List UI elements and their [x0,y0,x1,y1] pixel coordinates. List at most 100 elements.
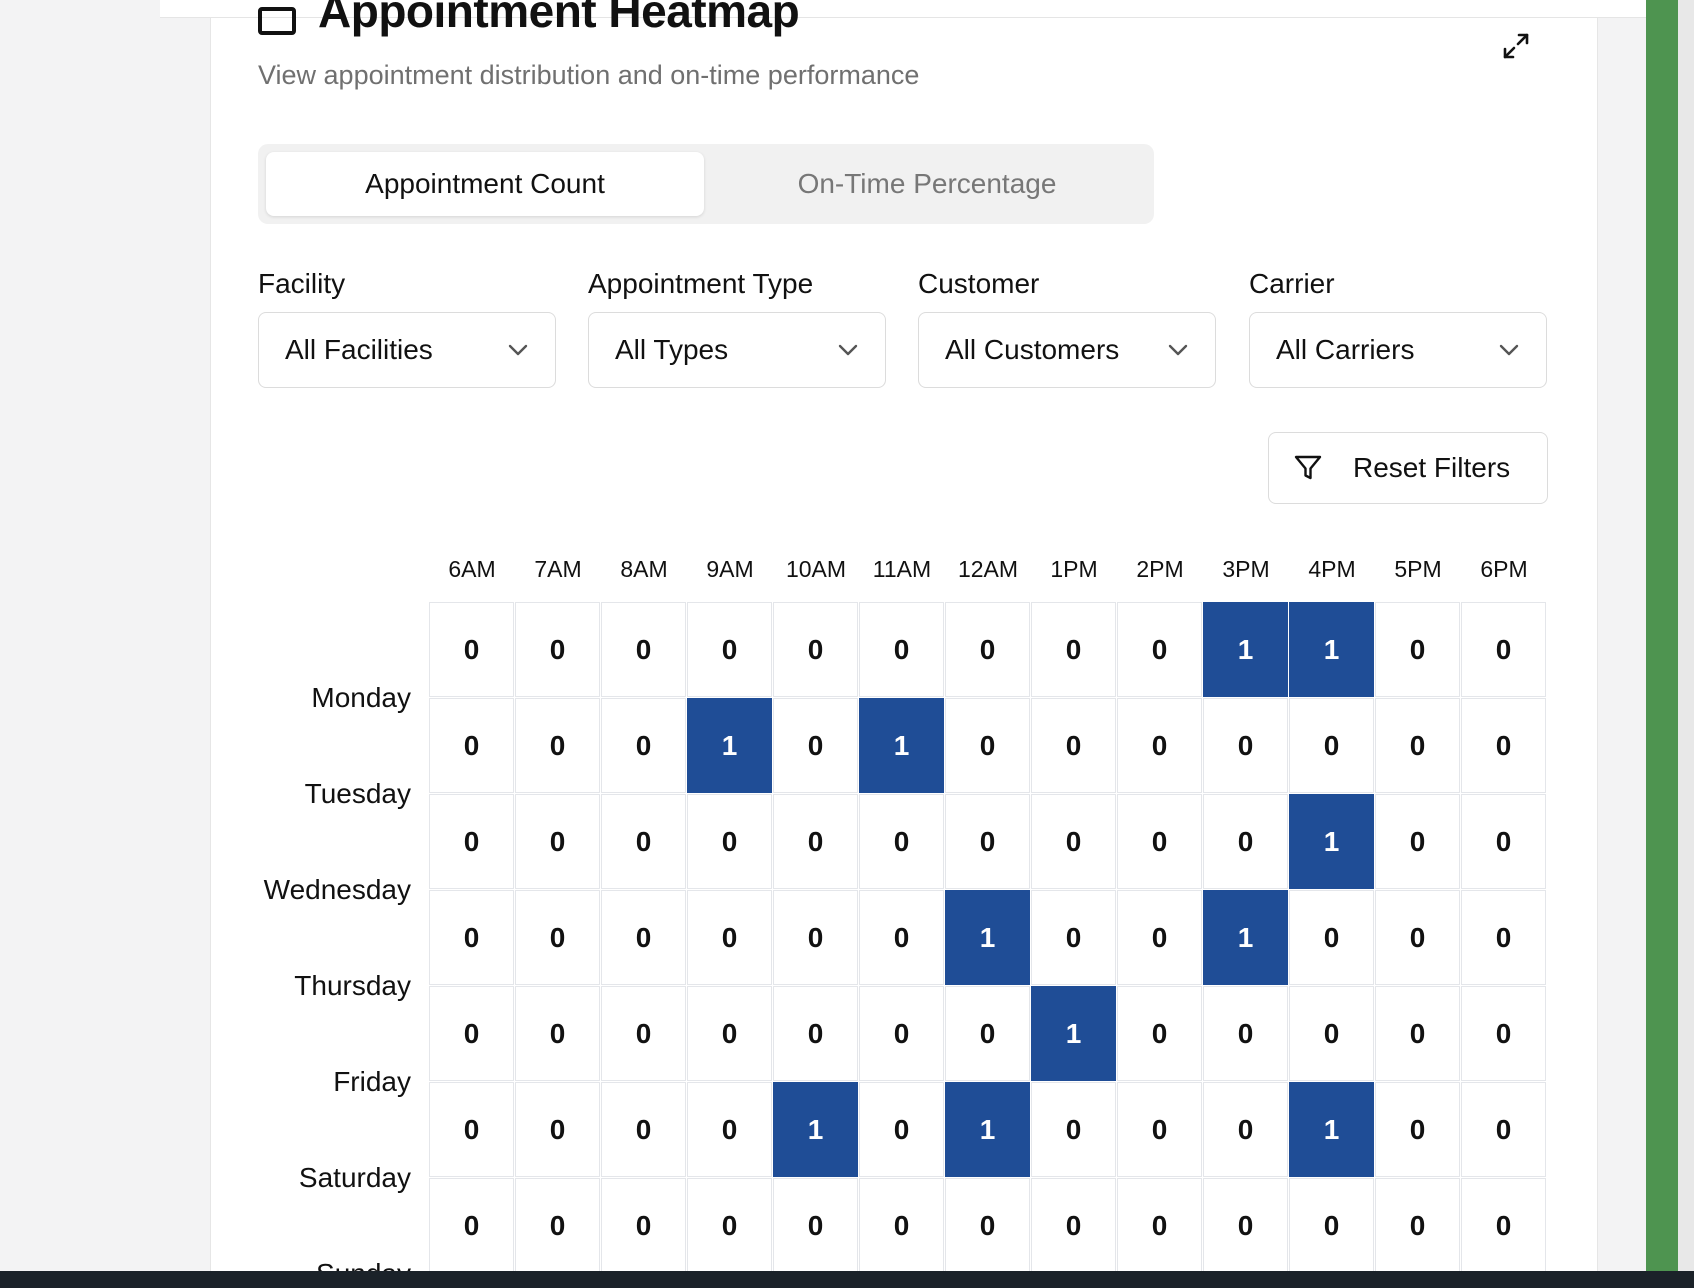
heatmap-cell[interactable]: 0 [601,1178,686,1271]
row-label-sunday: Sunday [240,1258,411,1271]
heatmap-cell[interactable]: 0 [1117,1178,1202,1271]
heatmap-cell[interactable]: 0 [945,602,1030,697]
heatmap-cell[interactable]: 0 [1375,986,1460,1081]
heatmap-cell[interactable]: 0 [1203,698,1288,793]
heatmap-cell[interactable]: 0 [429,698,514,793]
heatmap-cell[interactable]: 0 [1461,1178,1546,1271]
heatmap-cell[interactable]: 1 [687,698,772,793]
heatmap-cell[interactable]: 0 [1031,698,1116,793]
heatmap-cell[interactable]: 0 [429,890,514,985]
heatmap-cell[interactable]: 0 [1117,890,1202,985]
heatmap-cell[interactable]: 0 [773,1178,858,1271]
heatmap-cell[interactable]: 0 [1117,698,1202,793]
heatmap-cell[interactable]: 0 [1031,602,1116,697]
heatmap-cell[interactable]: 0 [1375,1082,1460,1177]
column-header-4pm: 4PM [1308,556,1356,582]
heatmap-cell[interactable]: 0 [1031,1178,1116,1271]
heatmap-cell[interactable]: 0 [515,986,600,1081]
heatmap-cell[interactable]: 0 [429,1082,514,1177]
heatmap-cell[interactable]: 0 [687,1082,772,1177]
heatmap-cell[interactable]: 0 [1375,794,1460,889]
column-header-2pm: 2PM [1136,556,1184,582]
heatmap-cell[interactable]: 0 [859,602,944,697]
heatmap-cell[interactable]: 0 [515,1082,600,1177]
heatmap-cell[interactable]: 0 [859,1082,944,1177]
heatmap-cell[interactable]: 0 [1117,986,1202,1081]
heatmap-cell[interactable]: 0 [515,602,600,697]
heatmap-cell[interactable]: 0 [601,890,686,985]
heatmap-cell[interactable]: 0 [945,986,1030,1081]
heatmap-cell[interactable]: 1 [1203,602,1288,697]
heatmap-cell[interactable]: 0 [601,602,686,697]
heatmap-cell[interactable]: 0 [1031,1082,1116,1177]
row-label-saturday: Saturday [298,1162,411,1193]
heatmap-cell[interactable]: 0 [859,890,944,985]
heatmap-cell[interactable]: 0 [1031,890,1116,985]
heatmap-cell[interactable]: 0 [687,602,772,697]
heatmap-cell[interactable]: 0 [1117,1082,1202,1177]
heatmap-cell[interactable]: 0 [1461,698,1546,793]
row-label-thursday: Thursday [294,970,411,1001]
heatmap-cell[interactable]: 0 [1461,602,1546,697]
heatmap-cell[interactable]: 0 [945,1178,1030,1271]
heatmap-cell[interactable]: 0 [773,698,858,793]
heatmap-cell[interactable]: 0 [773,986,858,1081]
heatmap-cell[interactable]: 0 [1031,794,1116,889]
heatmap-cell[interactable]: 0 [1375,890,1460,985]
heatmap-cell[interactable]: 0 [1461,794,1546,889]
heatmap-cell[interactable]: 0 [601,986,686,1081]
heatmap-cell[interactable]: 0 [687,986,772,1081]
heatmap-cell[interactable]: 0 [1375,1178,1460,1271]
heatmap-cell[interactable]: 0 [773,890,858,985]
heatmap-cell[interactable]: 0 [1203,1178,1288,1271]
heatmap-cell[interactable]: 0 [687,890,772,985]
row-label-friday: Friday [333,1066,411,1097]
heatmap-cell[interactable]: 0 [429,794,514,889]
heatmap-cell[interactable]: 0 [859,986,944,1081]
heatmap-cell[interactable]: 0 [515,794,600,889]
heatmap-cell[interactable]: 0 [1375,698,1460,793]
heatmap-cell[interactable]: 0 [429,986,514,1081]
heatmap-cell[interactable]: 0 [1203,986,1288,1081]
heatmap-cell[interactable]: 0 [601,794,686,889]
heatmap-cell[interactable]: 1 [1289,1082,1374,1177]
heatmap-cell[interactable]: 0 [1375,602,1460,697]
heatmap-cell[interactable]: 0 [1203,794,1288,889]
heatmap-cell[interactable]: 0 [1289,698,1374,793]
heatmap-cell[interactable]: 0 [1461,986,1546,1081]
heatmap-cell[interactable]: 1 [1289,794,1374,889]
heatmap-cell[interactable]: 1 [945,890,1030,985]
heatmap-cell[interactable]: 0 [515,890,600,985]
heatmap-cell[interactable]: 0 [429,1178,514,1271]
heatmap-cell[interactable]: 0 [1203,1082,1288,1177]
heatmap-cell[interactable]: 1 [1031,986,1116,1081]
heatmap-cell[interactable]: 1 [1289,602,1374,697]
heatmap-cell[interactable]: 0 [1289,890,1374,985]
heatmap-cell[interactable]: 0 [1289,1178,1374,1271]
column-header-8am: 8AM [620,556,668,582]
heatmap-cell[interactable]: 0 [515,698,600,793]
heatmap-cell[interactable]: 0 [773,602,858,697]
heatmap-cell[interactable]: 0 [1461,1082,1546,1177]
heatmap-cell[interactable]: 0 [945,794,1030,889]
heatmap-cell[interactable]: 0 [601,1082,686,1177]
heatmap-cell[interactable]: 0 [859,794,944,889]
heatmap-cell[interactable]: 0 [1461,890,1546,985]
heatmap-cell[interactable]: 0 [515,1178,600,1271]
heatmap-cell[interactable]: 1 [945,1082,1030,1177]
column-header-6pm: 6PM [1480,556,1528,582]
heatmap-cell[interactable]: 0 [1117,602,1202,697]
heatmap-cell[interactable]: 0 [945,698,1030,793]
heatmap-cell[interactable]: 0 [1289,986,1374,1081]
heatmap-cell[interactable]: 1 [859,698,944,793]
heatmap-cell[interactable]: 0 [687,1178,772,1271]
heatmap-cell[interactable]: 0 [859,1178,944,1271]
heatmap-cell[interactable]: 0 [601,698,686,793]
column-header-1pm: 1PM [1050,556,1098,582]
heatmap-cell[interactable]: 0 [773,794,858,889]
heatmap-cell[interactable]: 0 [429,602,514,697]
heatmap-cell[interactable]: 1 [1203,890,1288,985]
heatmap-cell[interactable]: 0 [1117,794,1202,889]
heatmap-cell[interactable]: 0 [687,794,772,889]
heatmap-cell[interactable]: 1 [773,1082,858,1177]
